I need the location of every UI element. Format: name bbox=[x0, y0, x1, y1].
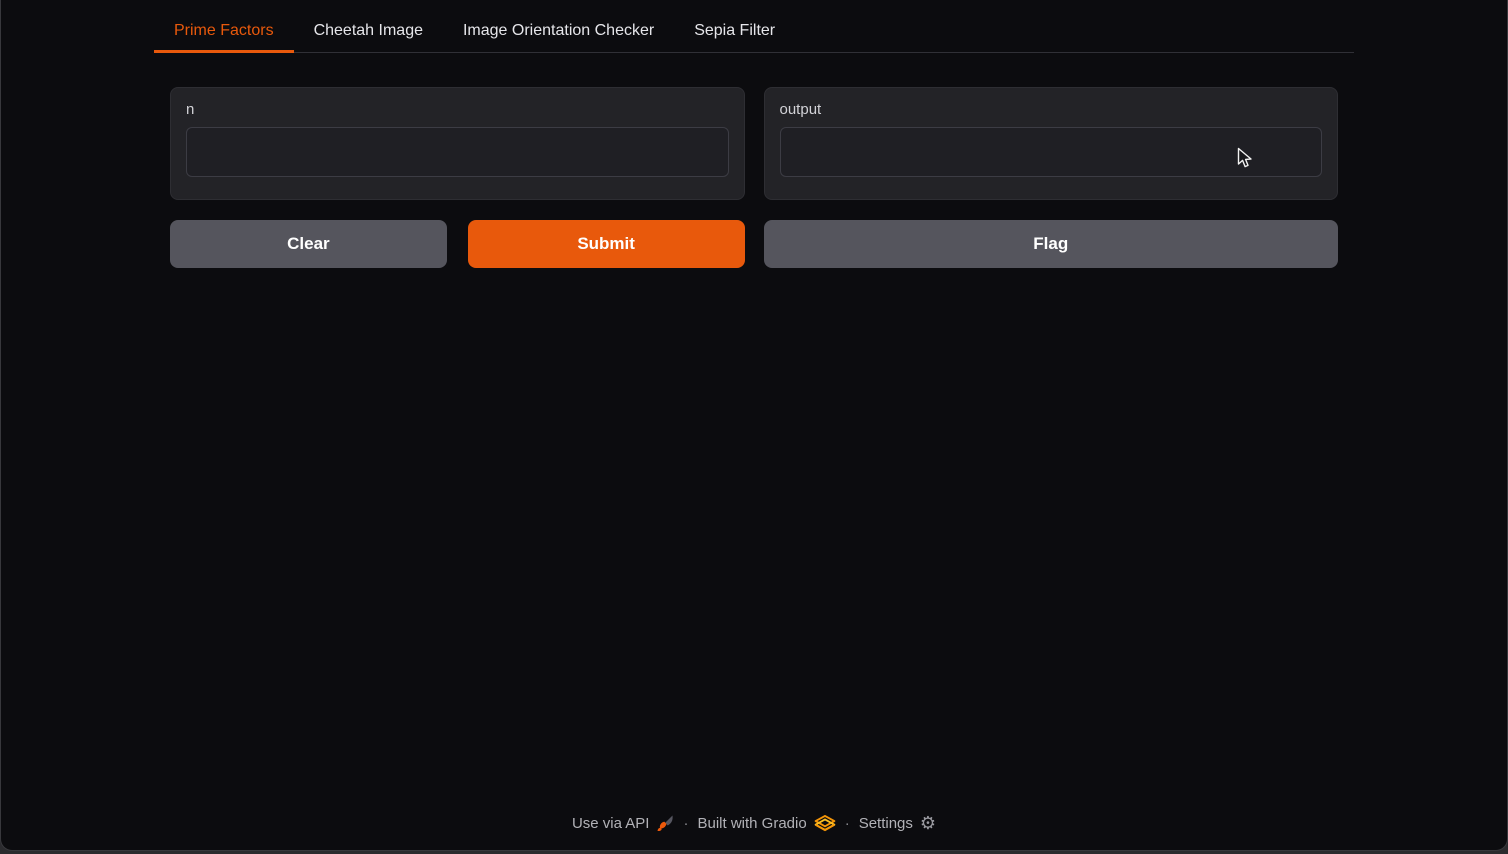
built-with-gradio-link[interactable]: Built with Gradio bbox=[697, 815, 835, 832]
output-label: output bbox=[780, 101, 1323, 118]
tab-cheetah-image[interactable]: Cheetah Image bbox=[294, 10, 443, 53]
use-via-api-link[interactable]: Use via API bbox=[572, 814, 675, 832]
app-window: Prime Factors Cheetah Image Image Orient… bbox=[0, 0, 1508, 851]
input-column: n Clear Submit bbox=[170, 87, 745, 268]
tab-sepia-filter[interactable]: Sepia Filter bbox=[674, 10, 795, 53]
output-column: output Flag bbox=[764, 87, 1339, 268]
footer-separator: · bbox=[845, 815, 850, 832]
settings-link[interactable]: Settings ⚙ bbox=[859, 814, 936, 832]
use-via-api-label: Use via API bbox=[572, 815, 650, 832]
tab-image-orientation-checker[interactable]: Image Orientation Checker bbox=[443, 10, 674, 53]
gradio-logo-icon bbox=[814, 815, 836, 832]
built-with-gradio-label: Built with Gradio bbox=[697, 815, 806, 832]
clear-button[interactable]: Clear bbox=[170, 220, 447, 268]
input-label: n bbox=[186, 101, 729, 118]
output-panel: output bbox=[764, 87, 1339, 200]
output-textbox[interactable] bbox=[780, 127, 1323, 177]
flag-button[interactable]: Flag bbox=[764, 220, 1339, 268]
submit-button[interactable]: Submit bbox=[468, 220, 745, 268]
footer-separator: · bbox=[683, 815, 688, 832]
footer: Use via API · Built with Gradio · bbox=[1, 814, 1507, 832]
tab-bar: Prime Factors Cheetah Image Image Orient… bbox=[154, 10, 1354, 53]
gradio-app: Prime Factors Cheetah Image Image Orient… bbox=[154, 0, 1354, 268]
rocket-icon bbox=[656, 814, 674, 832]
input-panel: n bbox=[170, 87, 745, 200]
settings-label: Settings bbox=[859, 815, 913, 832]
tab-prime-factors[interactable]: Prime Factors bbox=[154, 10, 294, 53]
tab-content-prime-factors: n Clear Submit output Flag bbox=[154, 53, 1354, 268]
n-input[interactable] bbox=[186, 127, 729, 177]
gear-icon: ⚙ bbox=[920, 814, 936, 832]
